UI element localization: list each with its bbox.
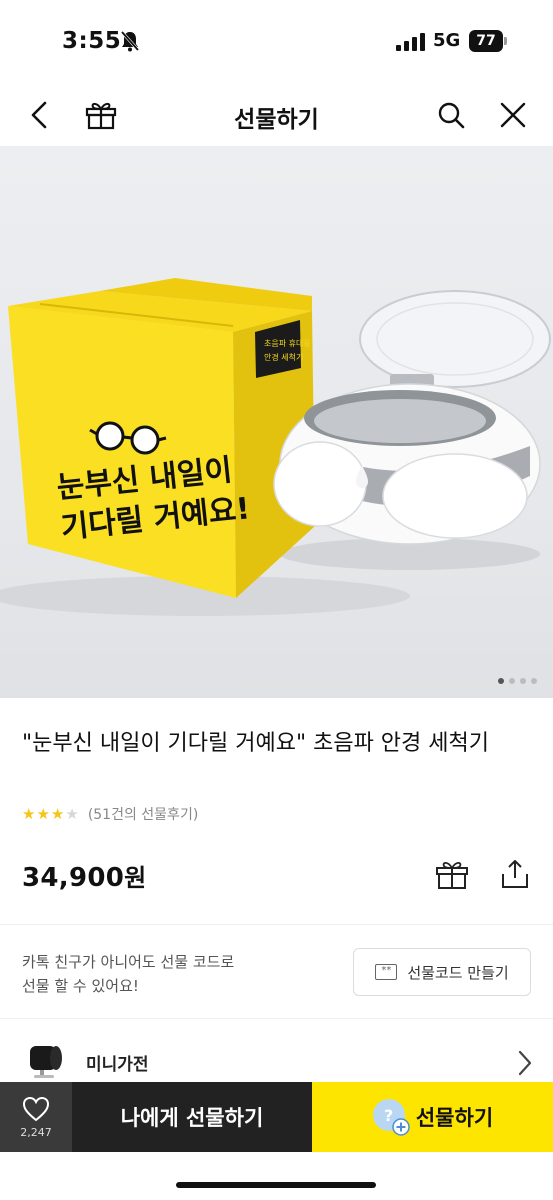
wishlist-button[interactable]: 2,247 (0, 1082, 72, 1152)
product-price: 34,900원 (22, 858, 147, 893)
chevron-right-icon (518, 1050, 532, 1076)
battery-icon: 77 (469, 30, 507, 52)
category-thumbnail-icon (30, 1046, 62, 1078)
battery-tip (504, 37, 507, 45)
star-filled-icon: ★ (50, 805, 65, 823)
gift-code-line2: 선물 할 수 있어요! (22, 977, 139, 995)
review-count[interactable]: (51건의 선물후기) (88, 804, 198, 824)
search-button[interactable] (434, 98, 468, 132)
pager-dot[interactable] (509, 678, 515, 684)
close-icon (500, 102, 526, 128)
star-empty-icon: ★ (65, 805, 79, 823)
status-bar: 3:55 5G 77 (0, 0, 553, 84)
send-gift-label: 선물하기 (415, 1106, 494, 1130)
product-image-carousel[interactable]: 초음파 휴대용 안경 세척기 눈부신 내일이 기다릴 거예요! (0, 146, 553, 698)
bottom-action-bar: 2,247 나에게 선물하기 ? 선물하기 (0, 1082, 553, 1200)
add-friend-icon: ? (372, 1099, 410, 1136)
section-divider (0, 924, 553, 925)
page-title: 선물하기 (234, 107, 319, 133)
create-gift-code-label: 선물코드 만들기 (407, 963, 509, 982)
wishlist-count: 2,247 (20, 1125, 52, 1139)
avatar-mark: ? (384, 1106, 393, 1125)
cleaner-device (273, 290, 551, 545)
bell-muted-icon (120, 31, 140, 52)
price-value: 34,900 (22, 863, 125, 893)
network-type: 5G (433, 30, 461, 51)
gift-to-self-button[interactable]: 나에게 선물하기 (72, 1082, 312, 1152)
category-row[interactable]: 미니가전 (0, 1020, 553, 1082)
gift-code-line1: 카톡 친구가 아니어도 선물 코드로 (22, 953, 235, 971)
price-unit: 원 (124, 864, 147, 892)
box-tag-line1: 초음파 휴대용 (264, 339, 311, 348)
pager-dot[interactable] (520, 678, 526, 684)
battery-level: 77 (469, 30, 503, 52)
star-filled-icon: ★ (22, 805, 36, 823)
status-time: 3:55 (62, 28, 122, 54)
product-title: "눈부신 내일이 기다릴 거예요" 초음파 안경 세척기 (22, 731, 489, 756)
gift-icon (436, 861, 468, 889)
category-label: 미니가전 (86, 1055, 149, 1075)
close-button[interactable] (496, 98, 530, 132)
pager-dot-active[interactable] (498, 678, 504, 684)
send-gift-button[interactable]: ? 선물하기 (312, 1082, 553, 1152)
box-tag-line2: 안경 세척기 (264, 352, 303, 362)
rating-row[interactable]: ★ ★ ★ ★ (51건의 선물후기) (22, 804, 198, 824)
create-gift-code-button[interactable]: ** 선물코드 만들기 (353, 948, 531, 996)
home-indicator (176, 1182, 376, 1188)
carousel-pager (498, 678, 537, 684)
pager-dot[interactable] (531, 678, 537, 684)
share-icon (502, 860, 528, 888)
top-nav: 선물하기 (0, 84, 553, 146)
search-icon (438, 102, 465, 129)
cellular-signal-icon (396, 33, 425, 51)
heart-icon (22, 1096, 50, 1121)
wrap-gift-button[interactable] (434, 856, 470, 892)
section-divider (0, 1018, 553, 1019)
code-icon: ** (375, 964, 398, 980)
star-filled-icon: ★ (36, 805, 50, 823)
product-photo: 초음파 휴대용 안경 세척기 눈부신 내일이 기다릴 거예요! (0, 278, 551, 616)
gift-code-notice: 카톡 친구가 아니어도 선물 코드로 선물 할 수 있어요! (22, 950, 234, 998)
friend-avatar: ? (372, 1098, 410, 1136)
share-button[interactable] (497, 856, 533, 892)
